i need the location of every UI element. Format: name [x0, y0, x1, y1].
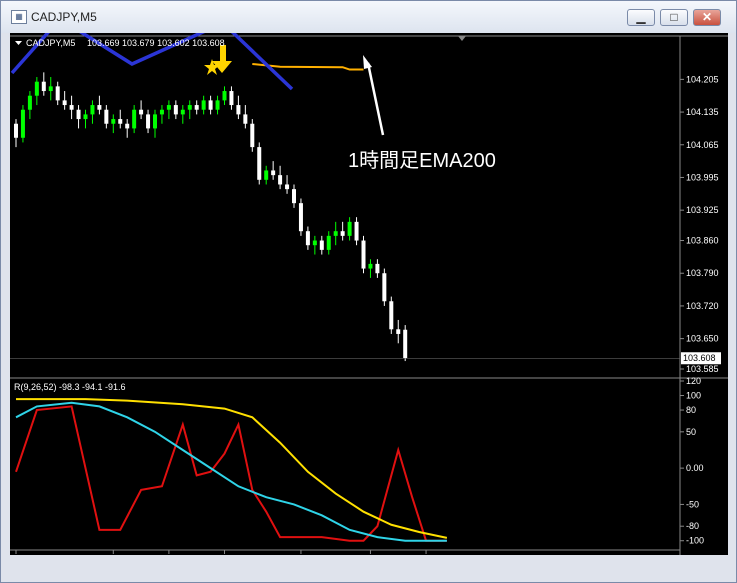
- symbol-label: CADJPY,M5: [26, 38, 75, 48]
- candle-body: [285, 184, 290, 190]
- candle-body: [55, 86, 60, 101]
- indicator-axis: 120 100 80 50 0.00 -50 -80 -100: [680, 376, 704, 546]
- indicator-tick-label: -100: [686, 536, 704, 546]
- indicator-tick-label: -50: [686, 499, 699, 509]
- candle-body: [298, 203, 303, 232]
- candle-body: [118, 119, 123, 124]
- candle-body: [48, 86, 53, 92]
- price-tick-label: 103.925: [686, 205, 719, 215]
- minimize-button[interactable]: ▁: [627, 9, 655, 26]
- candle-body: [368, 263, 373, 269]
- price-tick-label: 103.650: [686, 334, 719, 344]
- annotation-arrow: [366, 62, 385, 136]
- ema-annotation-label: 1時間足EMA200: [348, 149, 496, 172]
- candle-body: [312, 240, 317, 246]
- candle-body: [382, 273, 387, 302]
- candle-body: [236, 105, 241, 115]
- candle-body: [361, 240, 366, 269]
- current-price-label: 103.608: [683, 353, 716, 363]
- app-window: ▦ CADJPY,M5 ▁ □ ✕ 104.205 104.135 104.065 1…: [0, 0, 737, 583]
- candle-body: [215, 100, 220, 110]
- indicator-tick-label: 120: [686, 376, 701, 386]
- candle-body: [354, 221, 359, 241]
- window-title: CADJPY,M5: [31, 10, 97, 24]
- candle-body: [375, 263, 380, 274]
- ohlc-label: 103.669 103.679 103.602 103.608: [87, 38, 225, 48]
- candle-body: [319, 240, 324, 250]
- price-tick-label: 104.065: [686, 140, 719, 150]
- time-axis: 6 Mar 20256 Mar 05:156 Mar 05:556 Mar 06…: [15, 550, 427, 554]
- candle-body: [278, 175, 283, 185]
- candle-body: [243, 114, 248, 124]
- indicator-series-line: [16, 398, 448, 539]
- indicator-tick-label: 0.00: [686, 463, 704, 473]
- candle-body: [14, 123, 18, 138]
- chart-area[interactable]: 104.205 104.135 104.065 103.995 103.925 103.8…: [10, 33, 728, 555]
- indicator-label: R(9,26,52) -98.3 -94.1 -91.6: [14, 382, 126, 392]
- candle-body: [111, 119, 116, 124]
- chart-canvas[interactable]: 104.205 104.135 104.065 103.995 103.925 103.8…: [10, 33, 728, 555]
- chart-window-icon: ▦: [11, 10, 27, 24]
- candle-body: [292, 189, 296, 204]
- candle-body: [62, 100, 67, 106]
- symbol-menu-icon[interactable]: [15, 41, 22, 45]
- candle-body: [347, 221, 352, 236]
- candle-body: [187, 105, 192, 110]
- candle-body: [208, 100, 213, 110]
- candle-body: [97, 105, 102, 110]
- candle-body: [27, 95, 32, 110]
- indicator-tick-label: -80: [686, 521, 699, 531]
- maximize-button[interactable]: □: [660, 9, 688, 26]
- candle-body: [194, 105, 199, 110]
- candle-body: [250, 123, 255, 148]
- candles-layer: [14, 72, 408, 362]
- candle-body: [333, 231, 338, 236]
- arrow-head-icon: [363, 55, 372, 69]
- candle-body: [229, 91, 234, 106]
- title-bar[interactable]: ▦ CADJPY,M5 ▁ □ ✕: [1, 1, 736, 33]
- candle-body: [125, 123, 130, 129]
- candle-body: [20, 109, 25, 138]
- candle-body: [83, 114, 88, 120]
- candle-body: [396, 329, 401, 334]
- candle-body: [389, 301, 394, 330]
- candle-body: [264, 170, 269, 180]
- candle-body: [257, 147, 262, 180]
- price-tick-label: 103.860: [686, 236, 719, 246]
- price-tick-label: 103.790: [686, 268, 719, 278]
- price-axis: 104.205 104.135 104.065 103.995 103.925 103.8…: [10, 74, 721, 374]
- candle-body: [139, 109, 144, 115]
- candle-body: [146, 114, 151, 129]
- candle-body: [180, 109, 185, 115]
- candle-body: [201, 100, 206, 110]
- candle-body: [271, 170, 276, 176]
- indicator-layer: [15, 398, 448, 542]
- price-tick-label: 103.720: [686, 301, 719, 311]
- candle-body: [132, 109, 137, 129]
- candle-body: [153, 114, 157, 129]
- candle-body: [34, 81, 39, 96]
- candle-body: [403, 329, 408, 359]
- candle-body: [159, 109, 164, 115]
- candle-body: [340, 231, 345, 236]
- price-tick-label: 103.995: [686, 172, 719, 182]
- candle-body: [76, 109, 81, 120]
- indicator-tick-label: 50: [686, 427, 696, 437]
- chart-shift-icon[interactable]: [458, 36, 466, 41]
- candle-body: [41, 81, 46, 92]
- candle-body: [69, 105, 74, 110]
- price-tick-label: 104.135: [686, 107, 719, 117]
- candle-body: [166, 105, 171, 110]
- close-button[interactable]: ✕: [693, 9, 721, 26]
- candle-body: [104, 109, 109, 124]
- candle-body: [305, 231, 310, 246]
- candle-body: [326, 235, 331, 250]
- candle-body: [90, 105, 95, 115]
- price-tick-label: 103.585: [686, 364, 719, 374]
- candle-body: [173, 105, 178, 115]
- price-tick-label: 104.205: [686, 74, 719, 84]
- candle-body: [222, 91, 227, 101]
- indicator-tick-label: 100: [686, 391, 701, 401]
- indicator-tick-label: 80: [686, 405, 696, 415]
